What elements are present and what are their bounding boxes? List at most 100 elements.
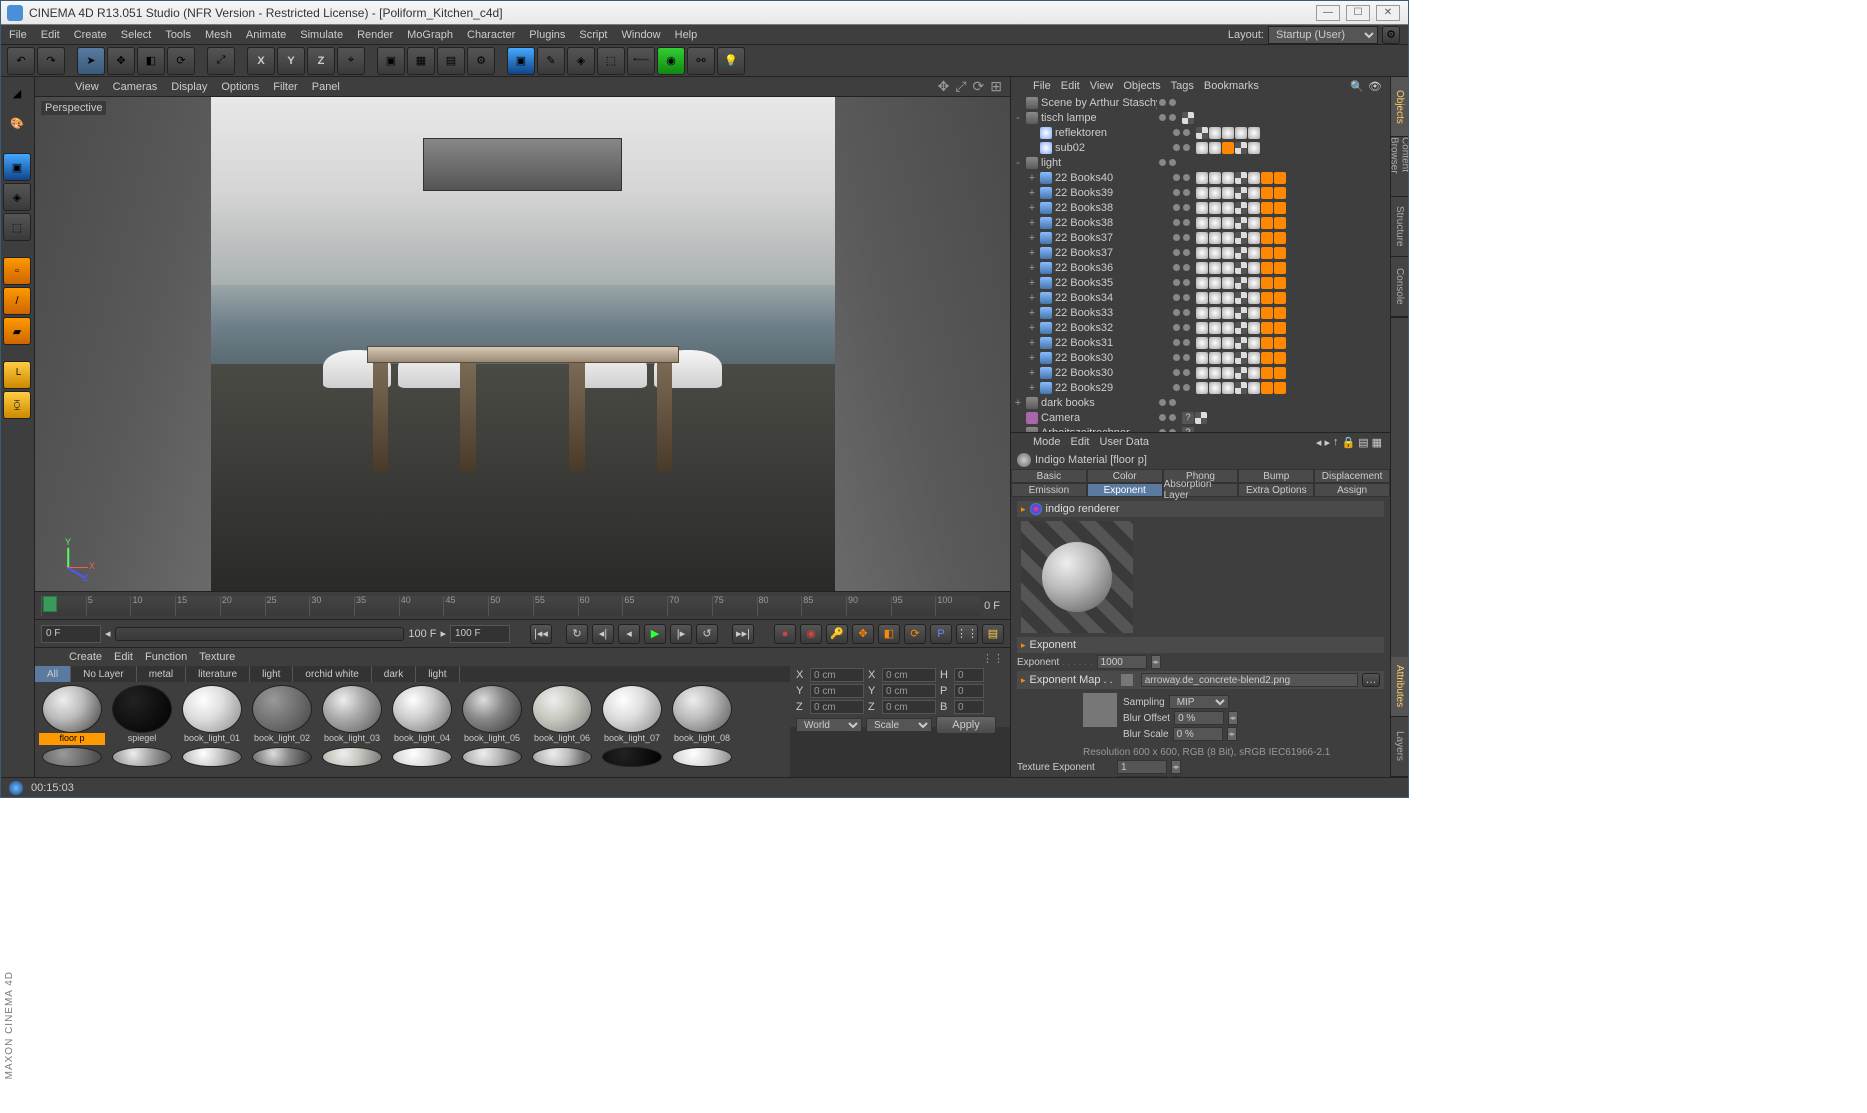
play-button[interactable]: ▶ xyxy=(644,624,666,644)
size-z-field[interactable] xyxy=(882,700,936,714)
menu-item[interactable]: Mesh xyxy=(205,29,232,41)
material-tab[interactable]: literature xyxy=(186,666,250,682)
spinner-icon[interactable]: ◂▸ xyxy=(1171,760,1181,774)
scale-tool[interactable]: ◧ xyxy=(137,47,165,75)
zoom-icon[interactable]: ⤢ xyxy=(955,78,966,95)
object-row[interactable]: +22 Books38 xyxy=(1011,215,1390,230)
object-row[interactable]: +22 Books38 xyxy=(1011,200,1390,215)
rotate-tool[interactable]: ⟳ xyxy=(167,47,195,75)
texture-mode-button[interactable]: ◈ xyxy=(3,183,31,211)
subdiv-button[interactable]: ◈ xyxy=(567,47,595,75)
edge-mode-button[interactable]: / xyxy=(3,287,31,315)
material-cell[interactable]: spiegel xyxy=(108,685,176,745)
coord-system-button[interactable]: ⌖ xyxy=(337,47,365,75)
obj-menu-item[interactable]: Tags xyxy=(1171,80,1194,92)
lock-icon[interactable]: 🔒 xyxy=(1341,436,1355,449)
object-row[interactable]: reflektoren xyxy=(1011,125,1390,140)
materials-menu-item[interactable]: Texture xyxy=(199,651,235,663)
coord-scale-select[interactable]: Scale xyxy=(866,718,932,732)
object-tree[interactable]: Scene by Arthur Staschyk-tisch lamperefl… xyxy=(1011,95,1390,432)
key-options-button[interactable]: ▤ xyxy=(982,624,1004,644)
axis-x-button[interactable]: X xyxy=(247,47,275,75)
rot-p-field[interactable] xyxy=(954,684,984,698)
play-back-button[interactable]: ◂ xyxy=(618,624,640,644)
material-tab[interactable]: orchid white xyxy=(293,666,371,682)
object-row[interactable]: +22 Books31 xyxy=(1011,335,1390,350)
redo-button[interactable]: ↷ xyxy=(37,47,65,75)
render-region-button[interactable]: ▦ xyxy=(407,47,435,75)
render-pv-button[interactable]: ▤ xyxy=(437,47,465,75)
attr-tab-emission[interactable]: Emission xyxy=(1011,483,1087,497)
material-tab[interactable]: metal xyxy=(137,666,186,682)
menu-item[interactable]: Select xyxy=(121,29,152,41)
cursor-tool[interactable]: ⤢ xyxy=(207,47,235,75)
object-row[interactable]: +dark books xyxy=(1011,395,1390,410)
goto-end-button[interactable]: ▸▸| xyxy=(732,624,754,644)
close-button[interactable]: ✕ xyxy=(1376,5,1400,21)
workplane-button[interactable]: ⬚ xyxy=(3,213,31,241)
material-cell[interactable]: floor p xyxy=(38,685,106,745)
frame-start-field[interactable] xyxy=(41,625,101,643)
goto-start-button[interactable]: |◂◂ xyxy=(530,624,552,644)
playhead[interactable] xyxy=(43,596,57,612)
material-cell[interactable]: book_light_04 xyxy=(388,685,456,745)
pos-x-field[interactable] xyxy=(810,668,864,682)
material-tab[interactable]: No Layer xyxy=(71,666,137,682)
sampling-select[interactable]: MIP xyxy=(1169,695,1229,709)
pen-button[interactable]: ✎ xyxy=(537,47,565,75)
vtab-attributes[interactable]: Attributes xyxy=(1391,657,1408,717)
timeline-ruler[interactable]: 0510152025303540455055606570758085909510… xyxy=(41,596,980,616)
search-icon[interactable]: 🔍 xyxy=(1350,80,1364,93)
paint-icon[interactable]: 🎨 xyxy=(3,109,31,137)
model-mode-button[interactable]: ▣ xyxy=(3,153,31,181)
material-cell[interactable] xyxy=(388,747,456,767)
object-row[interactable]: -tisch lampe xyxy=(1011,110,1390,125)
menu-item[interactable]: Render xyxy=(357,29,393,41)
menu-item[interactable]: Animate xyxy=(246,29,286,41)
menu-item[interactable]: Plugins xyxy=(529,29,565,41)
move-tool[interactable]: ✥ xyxy=(107,47,135,75)
object-row[interactable]: +22 Books32 xyxy=(1011,320,1390,335)
material-tab[interactable]: dark xyxy=(372,666,416,682)
attr-tab-assign[interactable]: Assign xyxy=(1314,483,1390,497)
rot-h-field[interactable] xyxy=(954,668,984,682)
object-row[interactable]: +22 Books30 xyxy=(1011,365,1390,380)
vtab-structure[interactable]: Structure xyxy=(1391,197,1408,257)
object-row[interactable]: sub02 xyxy=(1011,140,1390,155)
spinner-icon[interactable]: ◂▸ xyxy=(1228,711,1238,725)
material-cell[interactable] xyxy=(528,747,596,767)
coord-world-select[interactable]: World xyxy=(796,718,862,732)
link-button[interactable]: ⚯ xyxy=(687,47,715,75)
obj-menu-item[interactable]: File xyxy=(1033,80,1051,92)
cube-button[interactable]: ▣ xyxy=(507,47,535,75)
key-param-button[interactable]: P xyxy=(930,624,952,644)
spinner-icon[interactable]: ◂▸ xyxy=(1151,655,1161,669)
material-tab[interactable]: All xyxy=(35,666,71,682)
material-cell[interactable] xyxy=(178,747,246,767)
materials-menu-item[interactable]: Function xyxy=(145,651,187,663)
object-row[interactable]: +22 Books40 xyxy=(1011,170,1390,185)
nav-back-icon[interactable]: ◂ xyxy=(1316,436,1322,449)
object-row[interactable]: +22 Books34 xyxy=(1011,290,1390,305)
attr-tab-extra[interactable]: Extra Options xyxy=(1238,483,1314,497)
poly-mode-button[interactable]: ▰ xyxy=(3,317,31,345)
obj-menu-item[interactable]: Objects xyxy=(1123,80,1160,92)
pos-z-field[interactable] xyxy=(810,700,864,714)
panel-menu-icon[interactable]: ⋮⋮ xyxy=(982,652,1004,666)
expmap-file-field[interactable] xyxy=(1141,673,1358,687)
material-cell[interactable]: book_light_01 xyxy=(178,685,246,745)
eye-icon[interactable]: 👁 xyxy=(1368,80,1382,93)
object-row[interactable]: +22 Books37 xyxy=(1011,245,1390,260)
orbit-icon[interactable]: ⟳ xyxy=(973,78,985,95)
next-key-button[interactable]: ↺ xyxy=(696,624,718,644)
materials-menu-item[interactable]: Edit xyxy=(114,651,133,663)
frame-end-field[interactable] xyxy=(450,625,510,643)
attr-tab-bump[interactable]: Bump xyxy=(1238,469,1314,483)
nav-fwd-icon[interactable]: ▸ xyxy=(1324,436,1330,449)
minimize-button[interactable]: — xyxy=(1316,5,1340,21)
pan-icon[interactable]: ✥ xyxy=(938,78,950,95)
vtab-console[interactable]: Console xyxy=(1391,257,1408,317)
material-cell[interactable] xyxy=(108,747,176,767)
texture-thumb[interactable] xyxy=(1083,693,1117,727)
attr-tab-basic[interactable]: Basic xyxy=(1011,469,1087,483)
